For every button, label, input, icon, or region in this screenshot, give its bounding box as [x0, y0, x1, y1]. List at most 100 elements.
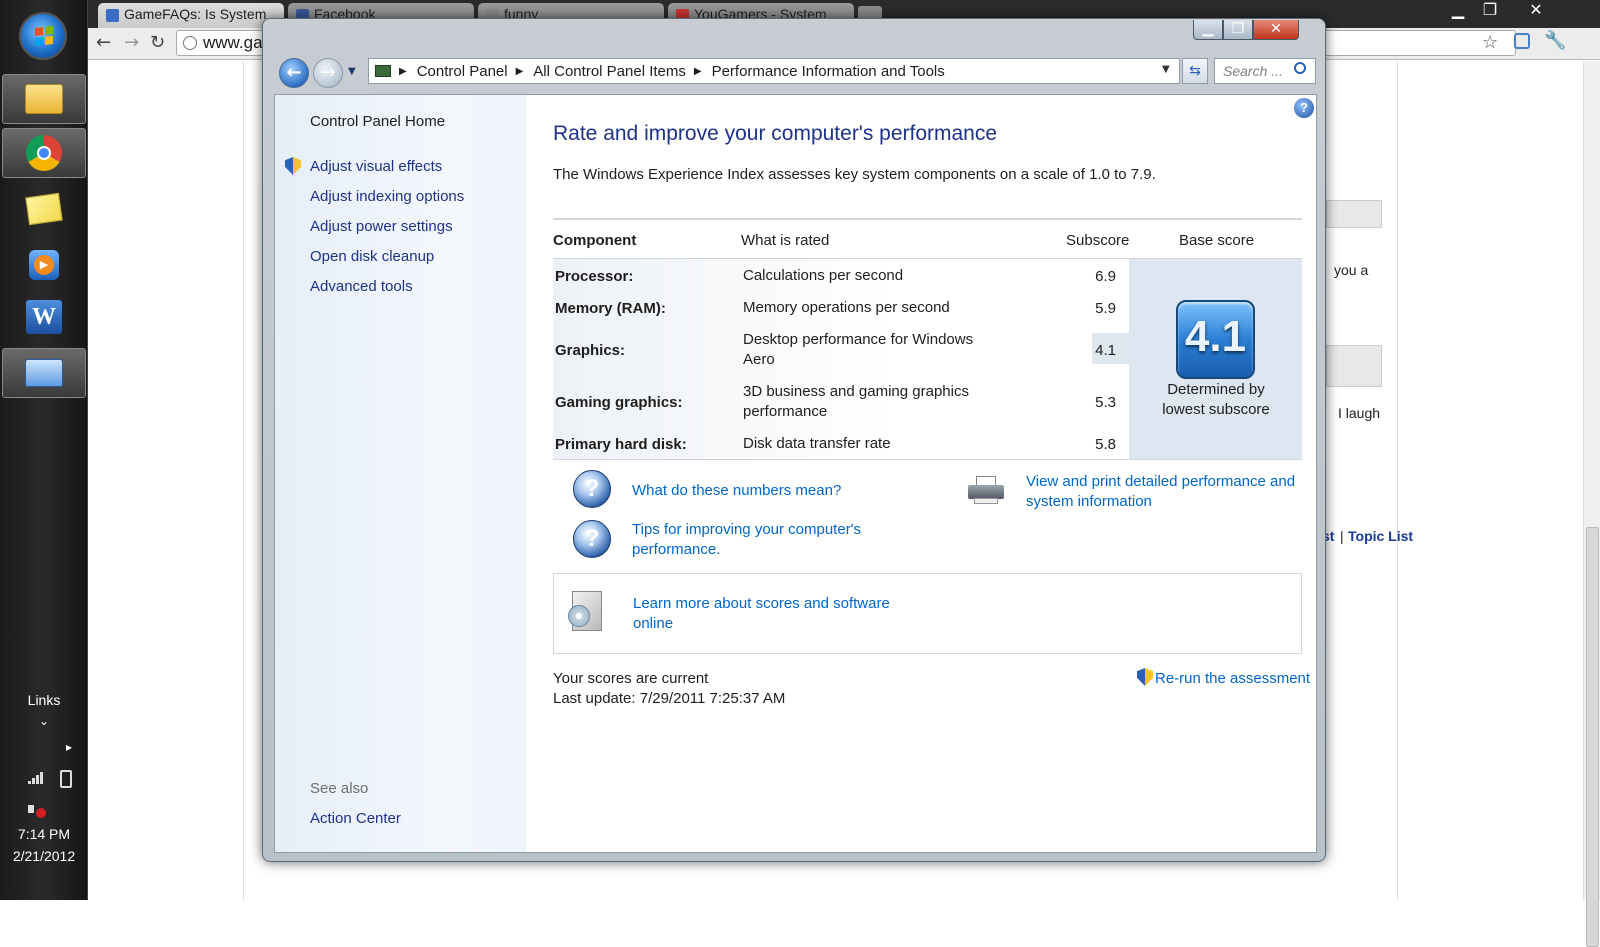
- task-pane: [275, 95, 526, 852]
- control-panel-icon: [25, 359, 63, 387]
- scrollbar-thumb[interactable]: [1586, 527, 1599, 947]
- network-icon[interactable]: [28, 772, 44, 784]
- browser-maximize-button[interactable]: ❐: [1474, 0, 1506, 22]
- web-page-box: [1326, 345, 1382, 387]
- sticky-notes-taskbar-button[interactable]: [2, 184, 86, 234]
- windows-logo-icon: [35, 26, 53, 46]
- taskbar: ▶ W Links ⌄ ▸ 7:14 PM 2/21/2012: [0, 0, 88, 900]
- reload-icon[interactable]: ↻: [150, 32, 165, 53]
- sidebar-item-advanced-tools[interactable]: Advanced tools: [310, 278, 413, 295]
- extension-icon[interactable]: [1514, 33, 1530, 49]
- topic-list-link[interactable]: Topic List: [1348, 528, 1413, 544]
- row-hard-disk-subscore: 5.8: [1095, 436, 1116, 453]
- page-description: The Windows Experience Index assesses ke…: [553, 166, 1156, 183]
- sidebar-item-indexing-options[interactable]: Adjust indexing options: [310, 188, 464, 205]
- control-panel-home-link[interactable]: Control Panel Home: [310, 113, 445, 130]
- sidebar-item-disk-cleanup[interactable]: Open disk cleanup: [310, 248, 434, 265]
- row-processor-subscore: 6.9: [1095, 268, 1116, 285]
- word-icon: W: [26, 300, 62, 334]
- browser-tab-gamefaqs[interactable]: GameFAQs: Is System: [98, 3, 284, 29]
- address-dropdown-icon[interactable]: ▼: [1162, 64, 1170, 75]
- breadcrumb-separator-icon: ▶: [515, 65, 524, 77]
- media-player-taskbar-button[interactable]: ▶: [2, 240, 86, 290]
- row-gaming-graphics-rated: 3D business and gaming graphics performa…: [743, 383, 969, 420]
- column-header-base-score: Base score: [1179, 232, 1255, 249]
- forward-arrow-icon[interactable]: →: [124, 32, 139, 53]
- row-memory-rated: Memory operations per second: [743, 299, 950, 316]
- browser-close-button[interactable]: ✕: [1516, 0, 1556, 22]
- recent-pages-chevron-icon[interactable]: ▼: [348, 66, 356, 77]
- forward-button[interactable]: →: [313, 58, 343, 88]
- row-graphics-subscore: 4.1: [1095, 342, 1116, 359]
- start-button[interactable]: [19, 12, 67, 60]
- breadcrumb-all-items[interactable]: All Control Panel Items: [533, 63, 686, 80]
- base-score-tile: 4.1: [1176, 300, 1255, 379]
- page-scrollbar[interactable]: [1583, 61, 1600, 947]
- row-processor-label: Processor:: [555, 268, 634, 285]
- row-hard-disk-rated: Disk data transfer rate: [743, 435, 891, 452]
- explorer-taskbar-button[interactable]: [2, 74, 86, 124]
- volume-muted-icon[interactable]: [28, 800, 46, 818]
- clock-time[interactable]: 7:14 PM: [0, 826, 88, 842]
- help-icon[interactable]: ?: [1294, 98, 1314, 118]
- close-button[interactable]: ✕: [1253, 20, 1299, 40]
- row-graphics-label: Graphics:: [555, 342, 626, 359]
- bookmark-star-icon[interactable]: ☆: [1482, 32, 1498, 53]
- question-icon: ?: [573, 520, 611, 558]
- control-panel-small-icon: [375, 65, 391, 77]
- base-score-caption: Determined by lowest subscore: [1162, 381, 1270, 418]
- uac-shield-icon: [1137, 668, 1153, 686]
- back-arrow-icon: ←: [286, 62, 302, 83]
- learn-more-link[interactable]: Learn more about scores and software onl…: [633, 594, 903, 634]
- web-page-box: [1326, 200, 1382, 228]
- column-header-component: Component: [553, 232, 637, 249]
- sidebar-item-power-settings[interactable]: Adjust power settings: [310, 218, 453, 235]
- browser-minimize-button[interactable]: ▁: [1442, 0, 1474, 22]
- software-box-icon: [568, 591, 608, 635]
- view-print-details-link[interactable]: View and print detailed performance and …: [1026, 472, 1306, 512]
- improve-tips-link[interactable]: Tips for improving your computer's perfo…: [632, 520, 902, 560]
- printer-icon: [966, 476, 1006, 506]
- row-graphics-rated: Desktop performance for Windows Aero: [743, 331, 974, 368]
- word-taskbar-button[interactable]: W: [2, 292, 86, 342]
- column-header-rated: What is rated: [741, 232, 830, 249]
- scores-status: Your scores are current: [553, 670, 709, 687]
- refresh-icon[interactable]: ⇆: [1182, 58, 1208, 84]
- back-button[interactable]: ←: [279, 58, 309, 88]
- see-also-heading: See also: [310, 780, 369, 797]
- minimize-button[interactable]: ▁: [1193, 20, 1223, 40]
- search-icon[interactable]: [1294, 62, 1306, 74]
- control-panel-taskbar-button[interactable]: [2, 348, 86, 398]
- breadcrumb-separator-icon: ▶: [693, 65, 702, 77]
- clock-date[interactable]: 2/21/2012: [0, 848, 88, 864]
- chrome-taskbar-button[interactable]: [2, 128, 86, 178]
- table-bottom-divider: [553, 459, 1302, 460]
- sidebar-item-visual-effects[interactable]: Adjust visual effects: [310, 158, 442, 175]
- row-hard-disk-label: Primary hard disk:: [555, 436, 687, 453]
- wrench-icon[interactable]: 🔧: [1544, 30, 1566, 51]
- row-gaming-graphics-label: Gaming graphics:: [555, 394, 683, 411]
- links-expand-icon[interactable]: ⌄: [0, 714, 88, 728]
- web-page-text: you a: [1334, 262, 1369, 278]
- forward-arrow-icon: →: [320, 62, 336, 83]
- action-center-link[interactable]: Action Center: [310, 810, 401, 827]
- column-header-subscore: Subscore: [1066, 232, 1130, 249]
- browser-tab-label: GameFAQs: Is System: [124, 6, 267, 22]
- breadcrumb-control-panel[interactable]: Control Panel: [417, 63, 508, 80]
- chrome-icon: [26, 135, 62, 171]
- rerun-assessment-link[interactable]: Re-run the assessment: [1155, 670, 1310, 687]
- breadcrumb-performance[interactable]: Performance Information and Tools: [712, 63, 945, 80]
- page-title: Rate and improve your computer's perform…: [553, 122, 998, 145]
- folder-icon: [25, 84, 63, 114]
- address-bar[interactable]: ▶ Control Panel ▶ All Control Panel Item…: [368, 58, 1180, 84]
- back-arrow-icon[interactable]: ←: [96, 32, 111, 53]
- maximize-button[interactable]: ❐: [1223, 20, 1253, 40]
- web-page-separator: |: [1340, 528, 1344, 544]
- sticky-notes-icon: [25, 192, 63, 226]
- base-score-value: 4.1: [1184, 312, 1247, 361]
- tray-expand-icon[interactable]: ▸: [66, 740, 72, 754]
- links-toolbar-label[interactable]: Links: [0, 692, 88, 708]
- what-numbers-mean-link[interactable]: What do these numbers mean?: [632, 482, 841, 499]
- globe-icon: [183, 36, 197, 50]
- battery-icon[interactable]: [60, 770, 72, 788]
